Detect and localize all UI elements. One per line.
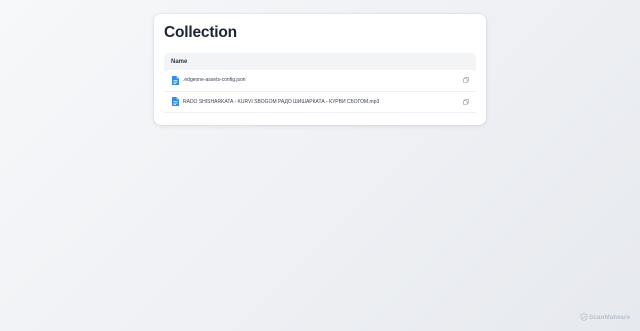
table-header: Name bbox=[164, 53, 476, 70]
document-icon bbox=[172, 97, 179, 107]
watermark-text: ScanMalware bbox=[588, 313, 630, 321]
file-name[interactable]: .edgeone-assets-config.json bbox=[183, 77, 462, 83]
collection-card: Collection Name .edgeone-assets-config.j… bbox=[154, 14, 486, 125]
column-header-name: Name bbox=[171, 58, 188, 65]
copy-icon[interactable] bbox=[462, 98, 469, 105]
table-row[interactable]: .edgeone-assets-config.json bbox=[164, 70, 476, 92]
scanmalware-logo-icon bbox=[580, 313, 588, 321]
table-row[interactable]: RADO SHISHARKATA - KURVI SBOGOM РАДО ШИШ… bbox=[164, 92, 476, 113]
copy-icon[interactable] bbox=[462, 77, 469, 84]
page-title: Collection bbox=[164, 24, 237, 41]
document-icon bbox=[172, 75, 179, 85]
file-table: Name .edgeone-assets-config.json RADO SH… bbox=[164, 53, 476, 113]
watermark: ScanMalware bbox=[580, 313, 630, 321]
file-name[interactable]: RADO SHISHARKATA - KURVI SBOGOM РАДО ШИШ… bbox=[183, 99, 462, 105]
